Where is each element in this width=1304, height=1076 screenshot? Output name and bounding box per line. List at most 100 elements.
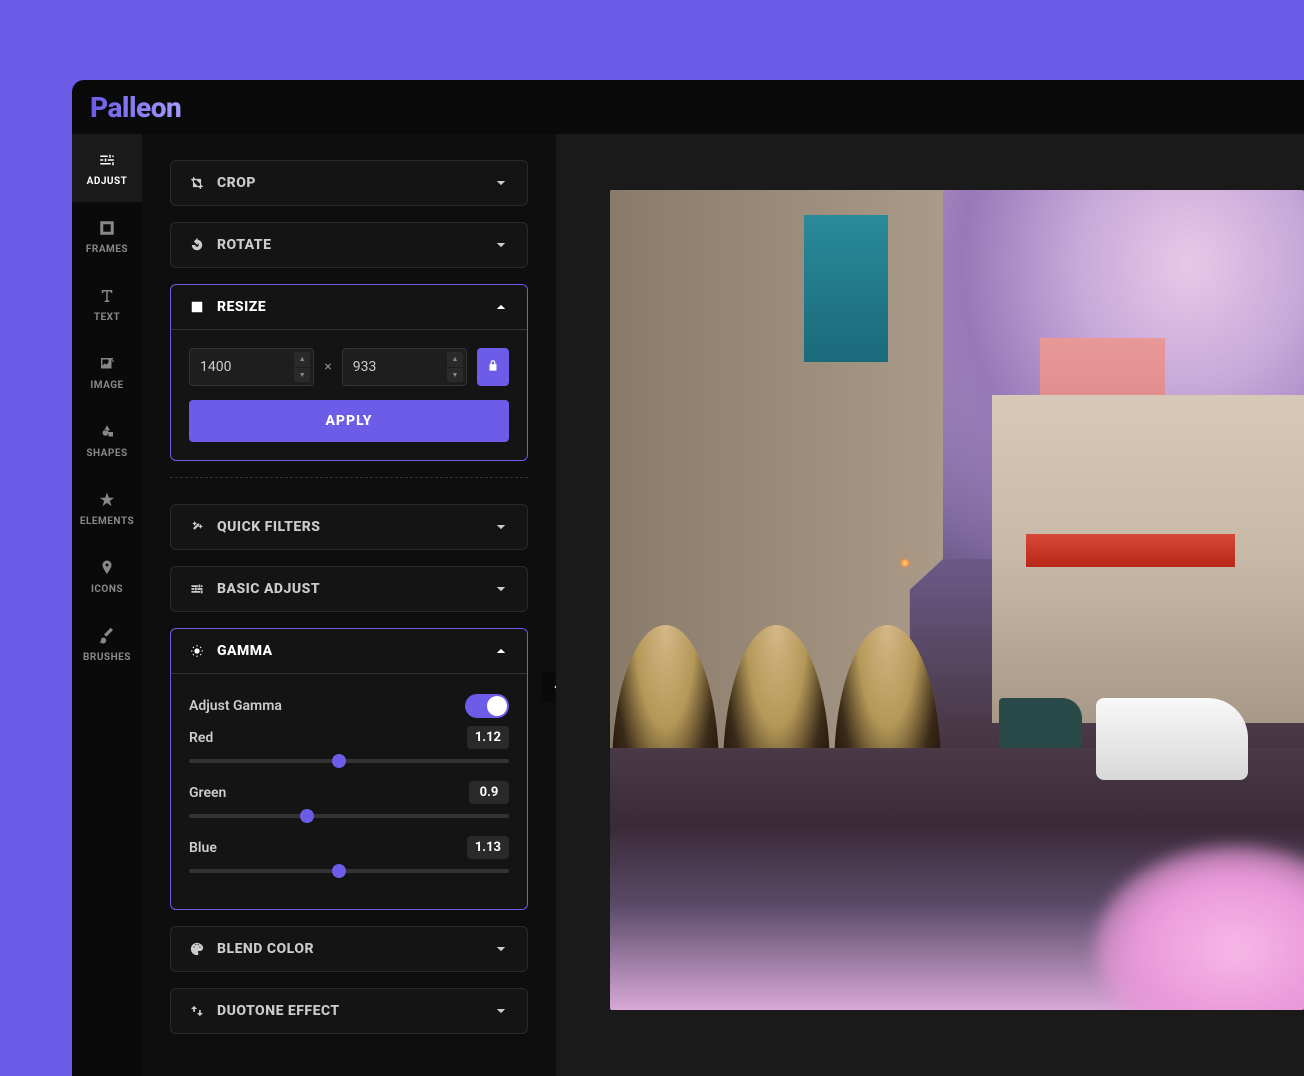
resize-inputs-row: ▲ ▼ × ▲ ▼ xyxy=(189,348,509,386)
chevron-down-icon xyxy=(493,175,509,191)
accordion-title: ROTATE xyxy=(217,237,271,253)
rail-label: ELEMENTS xyxy=(80,516,134,527)
settings-panel: CROP ROTATE RESIZE xyxy=(142,134,556,1076)
accordion-title: BASIC ADJUST xyxy=(217,581,320,597)
sun-icon xyxy=(189,643,205,659)
rotate-header[interactable]: ROTATE xyxy=(171,223,527,267)
rail-item-adjust[interactable]: ADJUST xyxy=(72,134,142,202)
width-step-down[interactable]: ▼ xyxy=(294,368,310,383)
lock-aspect-button[interactable] xyxy=(477,348,509,386)
sliders-icon xyxy=(189,581,205,597)
pin-icon xyxy=(97,558,117,578)
height-step-up[interactable]: ▲ xyxy=(447,352,463,367)
blue-slider-thumb[interactable] xyxy=(332,864,346,878)
basic-adjust-header[interactable]: BASIC ADJUST xyxy=(171,567,527,611)
gamma-toggle-label: Adjust Gamma xyxy=(189,698,282,714)
red-value: 1.12 xyxy=(467,726,509,749)
green-slider[interactable] xyxy=(189,814,509,818)
basic-adjust-accordion: BASIC ADJUST xyxy=(170,566,528,612)
chevron-down-icon xyxy=(493,941,509,957)
rail-label: BRUSHES xyxy=(83,652,131,663)
duotone-header[interactable]: DUOTONE EFFECT xyxy=(171,989,527,1033)
resize-accordion: RESIZE ▲ ▼ × xyxy=(170,284,528,461)
accordion-title: CROP xyxy=(217,175,256,191)
green-slider-thumb[interactable] xyxy=(300,809,314,823)
app-window: Palleon ADJUST FRAMES TEXT IMAGE S xyxy=(72,80,1304,1076)
toggle-knob xyxy=(487,696,507,716)
width-step-up[interactable]: ▲ xyxy=(294,352,310,367)
accordion-title: BLEND COLOR xyxy=(217,941,314,957)
accordion-title: QUICK FILTERS xyxy=(217,519,320,535)
gamma-header[interactable]: GAMMA xyxy=(171,629,527,673)
blue-slider[interactable] xyxy=(189,869,509,873)
height-step-down[interactable]: ▼ xyxy=(447,368,463,383)
canvas-image[interactable] xyxy=(610,190,1304,1010)
swap-icon xyxy=(189,1003,205,1019)
red-slider-row: Red 1.12 xyxy=(189,726,509,763)
green-slider-row: Green 0.9 xyxy=(189,781,509,818)
resize-icon xyxy=(189,299,205,315)
tool-rail: ADJUST FRAMES TEXT IMAGE SHAPES ELEMENTS xyxy=(72,134,142,1076)
gamma-accordion: GAMMA Adjust Gamma Red 1.12 xyxy=(170,628,528,910)
palette-icon xyxy=(189,941,205,957)
apply-button[interactable]: APPLY xyxy=(189,400,509,442)
chevron-down-icon xyxy=(493,1003,509,1019)
chevron-down-icon xyxy=(493,519,509,535)
red-slider[interactable] xyxy=(189,759,509,763)
red-slider-thumb[interactable] xyxy=(332,754,346,768)
quick-filters-accordion: QUICK FILTERS xyxy=(170,504,528,550)
resize-header[interactable]: RESIZE xyxy=(171,285,527,329)
chevron-left-icon xyxy=(550,678,556,697)
shapes-icon xyxy=(97,422,117,442)
rail-item-frames[interactable]: FRAMES xyxy=(72,202,142,270)
workspace: ADJUST FRAMES TEXT IMAGE SHAPES ELEMENTS xyxy=(72,134,1304,1076)
app-logo: Palleon xyxy=(90,91,181,124)
width-input-wrap: ▲ ▼ xyxy=(189,348,314,386)
chevron-down-icon xyxy=(493,237,509,253)
frames-icon xyxy=(97,218,117,238)
brush-icon xyxy=(97,626,117,646)
rail-item-elements[interactable]: ELEMENTS xyxy=(72,474,142,542)
blend-color-accordion: BLEND COLOR xyxy=(170,926,528,972)
rail-item-image[interactable]: IMAGE xyxy=(72,338,142,406)
rail-item-text[interactable]: TEXT xyxy=(72,270,142,338)
gamma-toggle-row: Adjust Gamma xyxy=(189,694,509,718)
rail-label: TEXT xyxy=(94,312,120,323)
width-stepper: ▲ ▼ xyxy=(294,352,310,382)
blend-color-header[interactable]: BLEND COLOR xyxy=(171,927,527,971)
rotate-accordion: ROTATE xyxy=(170,222,528,268)
star-icon xyxy=(97,490,117,510)
accordion-title: DUOTONE EFFECT xyxy=(217,1003,340,1019)
chevron-down-icon xyxy=(493,581,509,597)
topbar: Palleon xyxy=(72,80,1304,134)
rail-item-shapes[interactable]: SHAPES xyxy=(72,406,142,474)
blue-value: 1.13 xyxy=(467,836,509,859)
panel-divider xyxy=(170,477,528,478)
magic-wand-icon xyxy=(189,519,205,535)
red-label: Red xyxy=(189,730,213,746)
chevron-down-icon xyxy=(493,643,509,659)
duotone-accordion: DUOTONE EFFECT xyxy=(170,988,528,1034)
rail-item-icons[interactable]: ICONS xyxy=(72,542,142,610)
rotate-icon xyxy=(189,237,205,253)
resize-body: ▲ ▼ × ▲ ▼ xyxy=(171,329,527,460)
height-input-wrap: ▲ ▼ xyxy=(342,348,467,386)
image-icon xyxy=(97,354,117,374)
quick-filters-header[interactable]: QUICK FILTERS xyxy=(171,505,527,549)
gamma-toggle[interactable] xyxy=(465,694,509,718)
crop-accordion: CROP xyxy=(170,160,528,206)
crop-icon xyxy=(189,175,205,191)
lock-icon xyxy=(486,358,500,377)
rail-label: FRAMES xyxy=(86,244,128,255)
text-icon xyxy=(97,286,117,306)
canvas-area[interactable] xyxy=(556,134,1304,1076)
green-value: 0.9 xyxy=(469,781,509,804)
crop-header[interactable]: CROP xyxy=(171,161,527,205)
accordion-title: GAMMA xyxy=(217,643,273,659)
green-label: Green xyxy=(189,785,226,801)
rail-item-brushes[interactable]: BRUSHES xyxy=(72,610,142,678)
dimension-separator: × xyxy=(324,359,331,375)
collapse-panel-button[interactable] xyxy=(541,672,556,702)
rail-label: SHAPES xyxy=(86,448,127,459)
gamma-body: Adjust Gamma Red 1.12 xyxy=(171,673,527,909)
